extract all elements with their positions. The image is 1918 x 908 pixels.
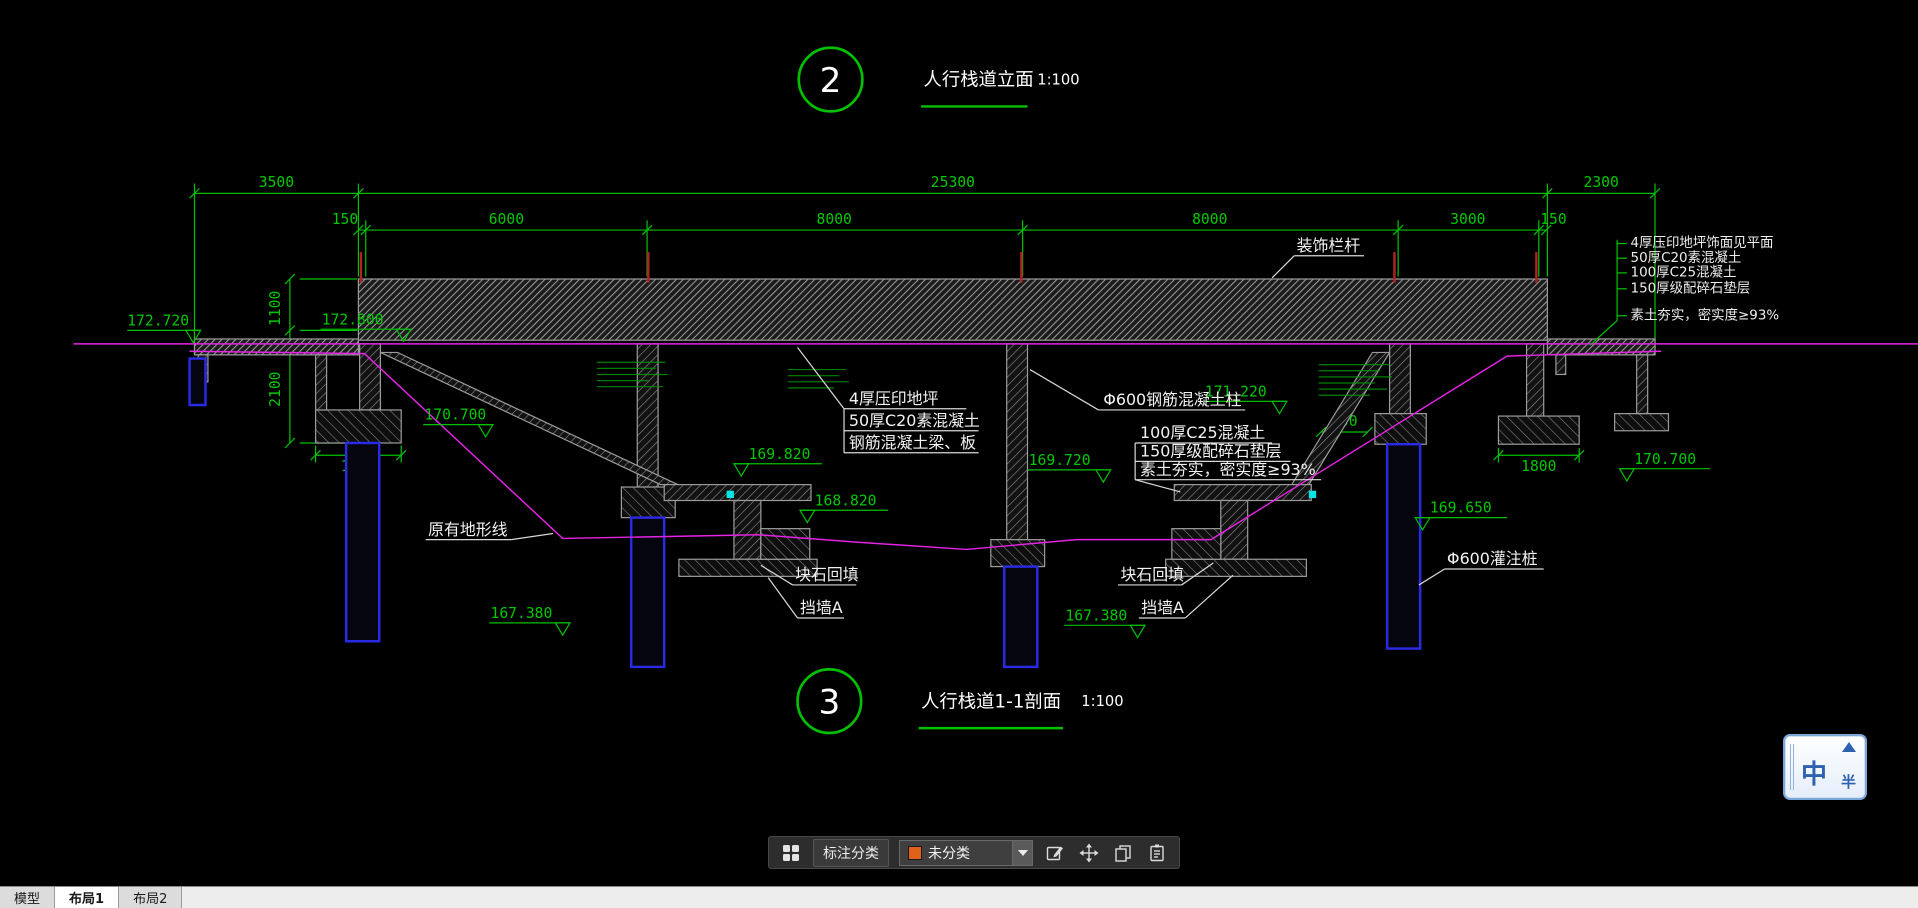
tab-layout2[interactable]: 布局2	[119, 887, 183, 908]
view-title-section: 3 人行栈道1-1剖面 1:100	[796, 668, 1124, 735]
view-scale-text: 1:100	[1037, 71, 1079, 88]
ime-status-panel[interactable]: 中 半	[1783, 734, 1867, 800]
label-rock-right: 块石回填	[1120, 565, 1184, 584]
label-column: Φ600钢筋混凝土柱	[1103, 390, 1241, 409]
dim-8000-b: 8000	[1192, 211, 1227, 228]
elev-167-380-left: 167.380	[491, 605, 553, 622]
cad-canvas[interactable]: 2 人行栈道立面 1:100 3 人行栈道1-1剖面 1:100 3500 25…	[0, 0, 1918, 908]
elev-170-700-right: 170.700	[1634, 451, 1696, 468]
elev-169-650: 169.650	[1430, 500, 1492, 517]
micro-annotation-cluster-mid	[787, 368, 849, 389]
paste-icon[interactable]	[1145, 841, 1169, 865]
note-line1: 4厚压印地坪饰面见平面	[1631, 235, 1774, 251]
elev-172-720: 172.720	[127, 313, 189, 330]
dim-2100: 2100	[267, 371, 284, 406]
note-line5: 素土夯实，密实度≥93%	[1631, 306, 1780, 323]
label-terrain: 原有地形线	[428, 520, 508, 539]
view-scale-text: 1:100	[1081, 693, 1123, 710]
ime-up-arrow-icon[interactable]	[1842, 742, 1856, 752]
ime-halfwidth-indicator[interactable]: 半	[1841, 771, 1856, 792]
annotation-grid-icon[interactable]	[779, 841, 803, 865]
substructure	[197, 343, 1670, 577]
chevron-down-icon[interactable]	[1012, 840, 1032, 865]
elev-172-800: 172.800	[322, 311, 384, 328]
dim-6000: 6000	[489, 211, 524, 228]
move-icon[interactable]	[1077, 841, 1101, 865]
label-base-note1: 100厚C25混凝土	[1140, 423, 1265, 442]
category-color-swatch	[908, 845, 922, 860]
dim-25300: 25300	[931, 174, 975, 191]
annotation-category-label: 标注分类	[813, 838, 889, 867]
view-title-elevation: 2 人行栈道立面 1:100	[797, 46, 1080, 113]
view-number: 3	[818, 682, 840, 722]
label-wall-left: 挡墙A	[800, 598, 843, 617]
elev-168-820: 168.820	[815, 492, 877, 509]
view-title-text: 人行栈道1-1剖面	[921, 691, 1061, 712]
dim-1100: 1100	[267, 291, 284, 326]
label-base-note2: 150厚级配碎石垫层	[1140, 441, 1282, 460]
elev-169-820: 169.820	[749, 446, 811, 463]
label-pile: Φ600灌注桩	[1447, 549, 1538, 568]
dim-150-right: 150	[1540, 211, 1566, 228]
elev-167-380-right: 167.380	[1065, 607, 1127, 624]
label-wall-right: 挡墙A	[1141, 598, 1184, 617]
copy-icon[interactable]	[1111, 841, 1135, 865]
view-number: 2	[820, 61, 842, 101]
ime-language-indicator[interactable]: 中	[1801, 762, 1827, 788]
label-deck-note2: 50厚C20素混凝土	[849, 411, 980, 430]
category-dropdown-value: 未分类	[928, 845, 970, 862]
ime-drag-handle[interactable]	[1790, 744, 1795, 790]
note-line3: 100厚C25混凝土	[1631, 265, 1737, 281]
note-line4: 150厚级配碎石垫层	[1631, 280, 1751, 296]
right-notes: 4厚压印地坪饰面见平面 50厚C20素混凝土 100厚C25混凝土 150厚级配…	[1589, 235, 1780, 346]
tab-model[interactable]: 模型	[0, 887, 56, 908]
dim-3500: 3500	[259, 174, 294, 191]
label-base-note3: 素土夯实，密实度≥93%	[1140, 460, 1316, 479]
label-deck-note1: 4厚压印地坪	[849, 389, 939, 408]
tab-layout1[interactable]: 布局1	[55, 887, 120, 908]
dim-8000-a: 8000	[817, 211, 852, 228]
dim-1800-right: 1800	[1521, 458, 1556, 475]
label-rock-left: 块石回填	[795, 565, 859, 584]
layout-tabbar: 模型 布局1 布局2	[0, 886, 1918, 908]
note-line2: 50厚C20素混凝土	[1631, 250, 1742, 266]
dim-150-left: 150	[332, 211, 358, 228]
category-dropdown[interactable]: 未分类	[899, 839, 1033, 866]
label-deck-note3: 钢筋混凝土梁、板	[849, 433, 976, 452]
annotation-toolbar: 标注分类 未分类	[768, 836, 1180, 869]
elev-170-700-left: 170.700	[424, 407, 486, 424]
view-title-text: 人行栈道立面	[924, 70, 1034, 91]
dim-2300: 2300	[1584, 174, 1619, 191]
elev-169-720: 169.720	[1029, 452, 1091, 469]
edit-icon[interactable]	[1043, 841, 1067, 865]
label-railing: 装饰栏杆	[1297, 236, 1361, 255]
dim-3000: 3000	[1450, 211, 1485, 228]
